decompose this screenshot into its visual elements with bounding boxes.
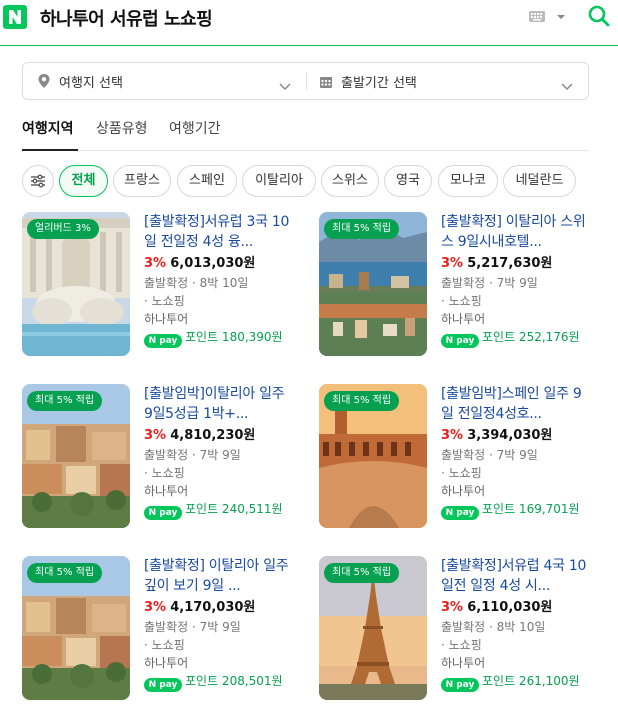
destination-select-label: 여행지 선택: [59, 76, 123, 91]
chevron-down-icon: [561, 76, 573, 91]
chip-all[interactable]: 전체: [59, 165, 108, 197]
product-title[interactable]: [출발확정]서유럽 4국 10일전 일정 4성 시...: [441, 556, 589, 596]
filter-tabs: 여행지역 상품유형 여행기간: [22, 114, 589, 151]
discount-rate: 3%: [441, 256, 464, 271]
product-card[interactable]: 얼리버드 3% [출발확정]서유럽 3국 10일 전일정 4성 융... 3% …: [22, 212, 292, 358]
promo-badge: 최대 5% 적립: [324, 391, 400, 411]
seller-name[interactable]: 하나투어: [441, 482, 589, 500]
product-price: 4,170,030원: [170, 600, 256, 615]
product-card[interactable]: 최대 5% 적립 [출발확정]서유럽 4국 10일전 일정 4성 시... 3%…: [319, 556, 589, 702]
calendar-icon: [319, 74, 333, 90]
product-schedule: 출발확정 · 8박 10일: [441, 620, 546, 634]
promo-badge: 최대 5% 적립: [27, 391, 103, 411]
product-schedule: 출발확정 · 7박 9일: [441, 276, 538, 290]
product-price: 6,013,030원: [170, 256, 256, 271]
product-schedule: 출발확정 · 8박 10일: [144, 276, 249, 290]
product-tag: · 노쇼핑: [144, 294, 185, 308]
promo-badge: 최대 5% 적립: [27, 563, 103, 583]
points-text: 포인트 169,701원: [482, 502, 580, 516]
chip-monaco[interactable]: 모나코: [438, 165, 498, 197]
seller-name[interactable]: 하나투어: [441, 310, 589, 328]
npay-badge-icon: N pay: [144, 678, 182, 692]
product-schedule: 출발확정 · 7박 9일: [441, 448, 538, 462]
discount-rate: 3%: [144, 256, 167, 271]
tab-region[interactable]: 여행지역: [22, 118, 74, 138]
product-card[interactable]: 최대 5% 적립 [출발임박]이탈리아 일주 9일5성급 1박+... 3% 4…: [22, 384, 292, 530]
product-card[interactable]: 최대 5% 적립 [출발임박]스페인 일주 9일 전일정4성호... 3% 3,…: [319, 384, 589, 530]
npay-badge-icon: N pay: [441, 334, 479, 348]
tab-product-type[interactable]: 상품유형: [96, 118, 148, 138]
chip-spain[interactable]: 스페인: [177, 165, 237, 197]
active-tab-underline: [22, 149, 78, 151]
filter-sliders-icon[interactable]: [22, 165, 54, 197]
promo-badge: 최대 5% 적립: [324, 563, 400, 583]
product-tag: · 노쇼핑: [144, 466, 185, 480]
product-image[interactable]: 최대 5% 적립: [22, 384, 130, 528]
location-pin-icon: [37, 73, 51, 89]
seller-name[interactable]: 하나투어: [441, 654, 589, 672]
chip-uk[interactable]: 영국: [384, 165, 432, 197]
product-tag: · 노쇼핑: [441, 638, 482, 652]
departure-period-select[interactable]: 출발기간 선택: [306, 63, 588, 99]
seller-name[interactable]: 하나투어: [144, 654, 292, 672]
chip-france[interactable]: 프랑스: [113, 165, 171, 197]
chip-switzerland[interactable]: 스위스: [321, 165, 379, 197]
product-price: 3,394,030원: [467, 428, 553, 443]
discount-rate: 3%: [441, 428, 464, 443]
product-title[interactable]: [출발확정]서유럽 3국 10일 전일정 4성 융...: [144, 212, 292, 252]
points-text: 포인트 180,390원: [185, 330, 283, 344]
points-text: 포인트 240,511원: [185, 502, 283, 516]
product-card[interactable]: 최대 5% 적립 [출발확정] 이탈리아 일주 깊이 보기 9일 ... 3% …: [22, 556, 292, 702]
keyboard-icon[interactable]: [528, 9, 570, 25]
destination-select[interactable]: 여행지 선택: [23, 63, 305, 99]
search-query-title[interactable]: 하나투어 서유럽 노쇼핑: [40, 5, 213, 31]
npay-badge-icon: N pay: [441, 506, 479, 520]
header: 하나투어 서유럽 노쇼핑: [0, 0, 618, 46]
product-tag: · 노쇼핑: [441, 466, 482, 480]
points-text: 포인트 208,501원: [185, 674, 283, 688]
discount-rate: 3%: [144, 600, 167, 615]
product-tag: · 노쇼핑: [144, 638, 185, 652]
seller-name[interactable]: 하나투어: [144, 482, 292, 500]
promo-badge: 얼리버드 3%: [27, 219, 99, 239]
product-title[interactable]: [출발확정] 이탈리아 스위스 9일시내호텔...: [441, 212, 589, 252]
chip-netherlands[interactable]: 네덜란드: [503, 165, 576, 197]
npay-badge-icon: N pay: [144, 506, 182, 520]
points-text: 포인트 261,100원: [482, 674, 580, 688]
tab-travel-period[interactable]: 여행기간: [169, 118, 221, 138]
product-title[interactable]: [출발임박]이탈리아 일주 9일5성급 1박+...: [144, 384, 292, 424]
naver-n-logo-icon[interactable]: [3, 5, 27, 29]
npay-badge-icon: N pay: [441, 678, 479, 692]
product-image[interactable]: 얼리버드 3%: [22, 212, 130, 356]
chevron-down-icon: [279, 76, 291, 91]
promo-badge: 최대 5% 적립: [324, 219, 400, 239]
search-icon[interactable]: [587, 4, 611, 28]
product-image[interactable]: 최대 5% 적립: [319, 384, 427, 528]
product-title[interactable]: [출발확정] 이탈리아 일주 깊이 보기 9일 ...: [144, 556, 292, 596]
product-tag: · 노쇼핑: [441, 294, 482, 308]
chip-italy[interactable]: 이탈리아: [242, 165, 316, 197]
product-title[interactable]: [출발임박]스페인 일주 9일 전일정4성호...: [441, 384, 589, 424]
seller-name[interactable]: 하나투어: [144, 310, 292, 328]
product-card[interactable]: 최대 5% 적립 [출발확정] 이탈리아 스위스 9일시내호텔... 3% 5,…: [319, 212, 589, 358]
discount-rate: 3%: [441, 600, 464, 615]
departure-period-label: 출발기간 선택: [341, 76, 417, 91]
product-image[interactable]: 최대 5% 적립: [319, 212, 427, 356]
npay-badge-icon: N pay: [144, 334, 182, 348]
product-price: 6,110,030원: [467, 600, 553, 615]
points-text: 포인트 252,176원: [482, 330, 580, 344]
product-image[interactable]: 최대 5% 적립: [22, 556, 130, 700]
product-image[interactable]: 최대 5% 적립: [319, 556, 427, 700]
product-price: 4,810,230원: [170, 428, 256, 443]
product-schedule: 출발확정 · 7박 9일: [144, 620, 241, 634]
product-schedule: 출발확정 · 7박 9일: [144, 448, 241, 462]
travel-selector: 여행지 선택 출발기간 선택: [22, 62, 589, 100]
product-price: 5,217,630원: [467, 256, 553, 271]
discount-rate: 3%: [144, 428, 167, 443]
